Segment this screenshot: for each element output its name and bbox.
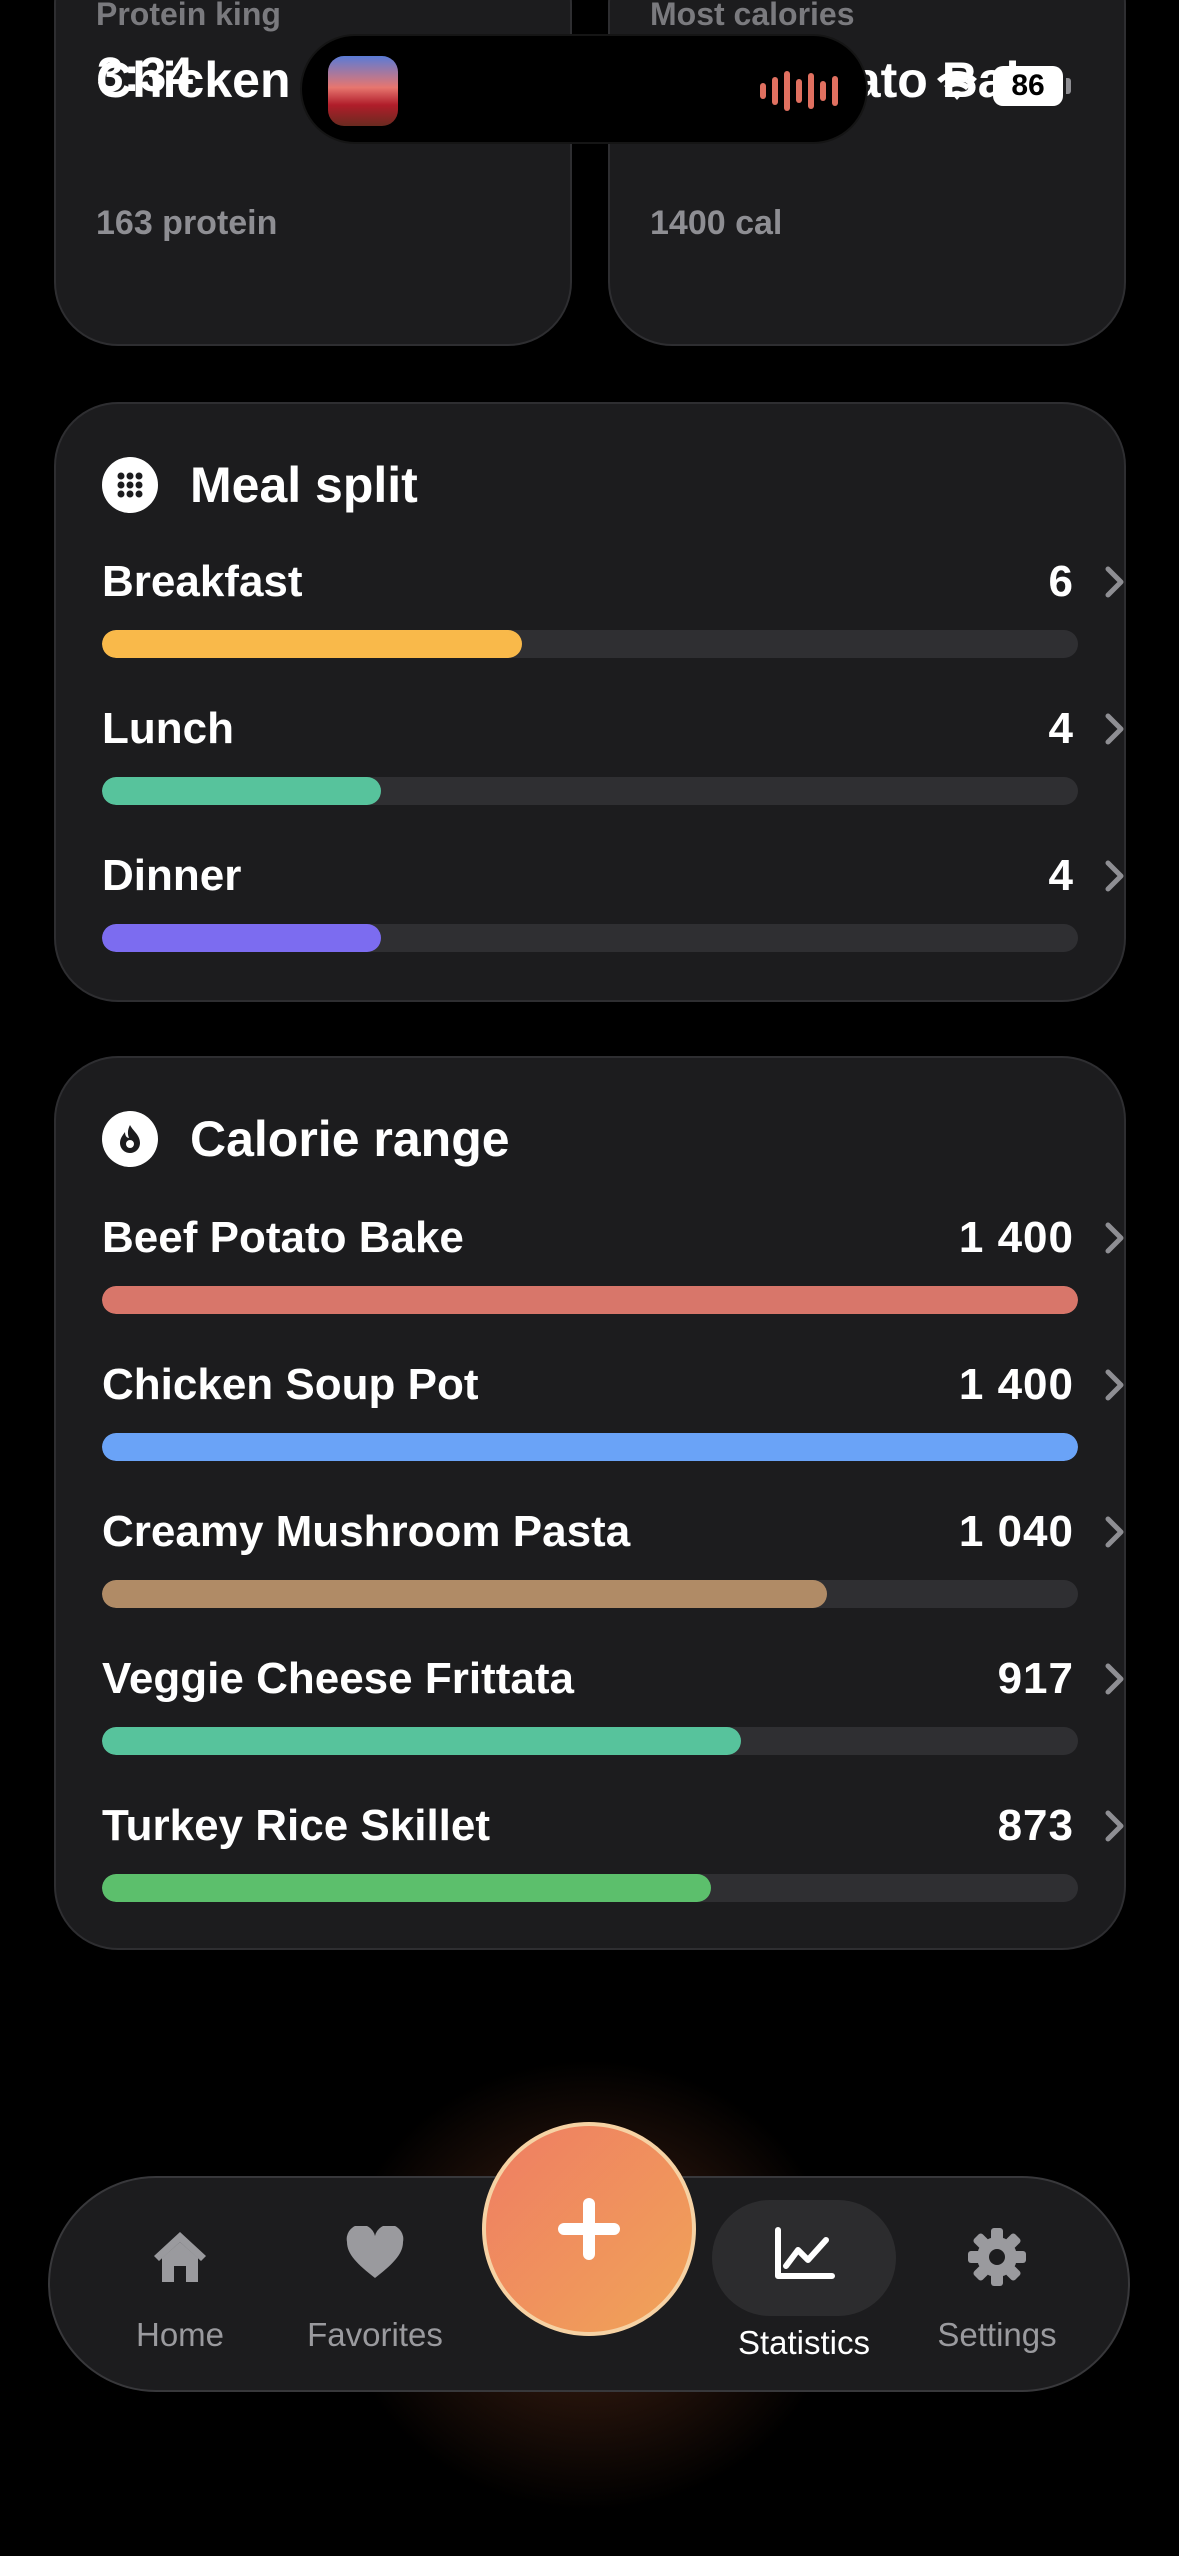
progress-fill (102, 1727, 742, 1755)
row-label: Turkey Rice Skillet (102, 1801, 491, 1850)
progress-track (102, 1874, 1078, 1902)
stat-row[interactable]: Turkey Rice Skillet 873 (102, 1796, 1132, 1916)
flame-icon (102, 1111, 158, 1167)
stat-row[interactable]: Lunch 4 (102, 699, 1132, 819)
row-label: Breakfast (102, 557, 303, 606)
battery-tip (1066, 78, 1071, 94)
plus-icon (558, 2198, 620, 2260)
row-label: Veggie Cheese Frittata (102, 1654, 574, 1703)
progress-track (102, 1286, 1078, 1314)
chevron-right-icon (1105, 1663, 1124, 1695)
tab-favorites[interactable]: Favorites (275, 2176, 475, 2392)
progress-fill (102, 630, 522, 658)
progress-fill (102, 1286, 1078, 1314)
progress-track (102, 630, 1078, 658)
card-subtitle: 163 protein (96, 204, 278, 242)
row-value: 1 400 (958, 1360, 1074, 1409)
progress-fill (102, 1433, 1078, 1461)
meal-split-header: Meal split (102, 456, 418, 514)
chevron-right-icon (1105, 566, 1124, 598)
album-art (328, 56, 398, 126)
row-value: 873 (997, 1801, 1074, 1850)
progress-track (102, 1580, 1078, 1608)
stat-row[interactable]: Chicken Soup Pot 1 400 (102, 1355, 1132, 1475)
stat-row[interactable]: Veggie Cheese Frittata 917 (102, 1649, 1132, 1769)
row-label: Creamy Mushroom Pasta (102, 1507, 631, 1556)
tab-label: Home (135, 2316, 225, 2353)
chevron-right-icon (1105, 1516, 1124, 1548)
tab-label: Favorites (307, 2316, 443, 2353)
gear-icon (968, 2228, 1026, 2286)
row-label: Beef Potato Bake (102, 1213, 464, 1262)
grid-dots-icon (102, 457, 158, 513)
progress-track (102, 777, 1078, 805)
chevron-right-icon (1105, 713, 1124, 745)
section-title: Calorie range (190, 1111, 510, 1167)
progress-fill (102, 924, 382, 952)
section-title: Meal split (190, 457, 418, 513)
row-label: Dinner (102, 851, 242, 900)
row-value: 1 040 (958, 1507, 1074, 1556)
stat-row[interactable]: Dinner 4 (102, 846, 1132, 966)
house-icon (154, 2232, 206, 2282)
calorie-range-header: Calorie range (102, 1110, 510, 1168)
progress-fill (102, 1580, 828, 1608)
tab-label: Statistics (737, 2324, 871, 2361)
tab-home[interactable]: Home (80, 2176, 280, 2392)
row-value: 6 (1048, 557, 1074, 606)
row-value: 1 400 (958, 1213, 1074, 1262)
audio-wave-icon (760, 68, 838, 114)
progress-track (102, 1727, 1078, 1755)
tab-label: Settings (937, 2316, 1057, 2353)
card-subtitle: 1400 cal (650, 204, 783, 242)
row-value: 4 (1048, 704, 1074, 753)
calorie-range-card: Calorie range Beef Potato Bake 1 400 Chick… (54, 1056, 1126, 1950)
heart-icon (346, 2226, 404, 2278)
wifi-icon (937, 71, 977, 100)
progress-fill (102, 1874, 712, 1902)
chart-icon (775, 2227, 835, 2279)
progress-track (102, 924, 1078, 952)
stat-row[interactable]: Beef Potato Bake 1 400 (102, 1208, 1132, 1328)
status-time: 3:34 (97, 49, 194, 102)
chevron-right-icon (1105, 860, 1124, 892)
stat-row[interactable]: Breakfast 6 (102, 552, 1132, 672)
dynamic-island[interactable] (300, 34, 868, 144)
chevron-right-icon (1105, 1369, 1124, 1401)
row-value: 917 (997, 1654, 1074, 1703)
row-value: 4 (1048, 851, 1074, 900)
battery-indicator: 86 (993, 66, 1063, 106)
add-meal-button[interactable] (482, 2122, 696, 2336)
meal-split-card: Meal split Breakfast 6 Lunch 4 Dinner 4 (54, 402, 1126, 1002)
chevron-right-icon (1105, 1222, 1124, 1254)
chevron-right-icon (1105, 1810, 1124, 1842)
progress-fill (102, 777, 382, 805)
card-label: Most calories (650, 0, 855, 32)
row-label: Chicken Soup Pot (102, 1360, 479, 1409)
tab-statistics[interactable]: Statistics (704, 2176, 904, 2392)
tab-settings[interactable]: Settings (897, 2176, 1097, 2392)
stat-row[interactable]: Creamy Mushroom Pasta 1 040 (102, 1502, 1132, 1622)
row-label: Lunch (102, 704, 234, 753)
progress-track (102, 1433, 1078, 1461)
card-label: Protein king (96, 0, 281, 32)
